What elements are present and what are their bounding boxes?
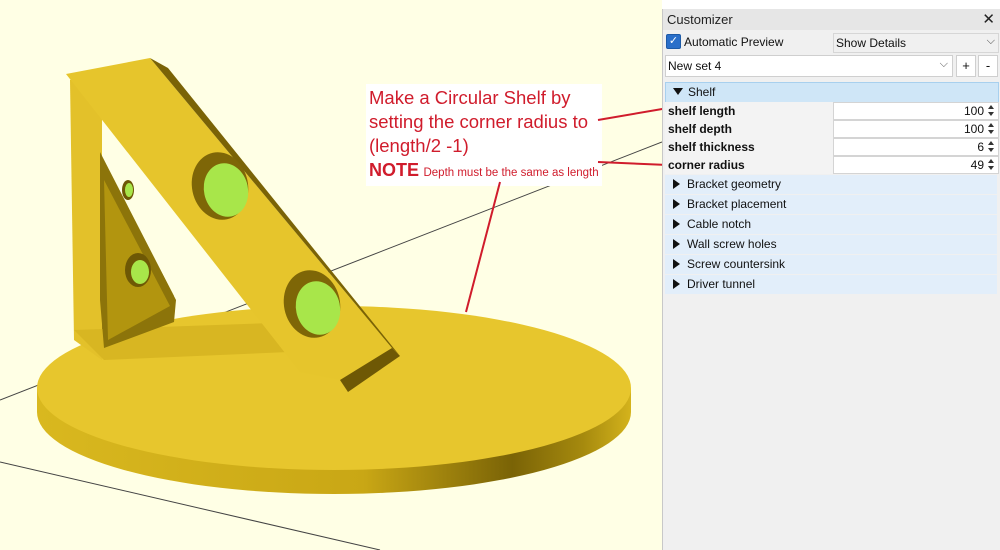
automatic-preview-row: ✓ Automatic Preview Show Details ⌵ bbox=[663, 32, 1000, 53]
shelf-thickness-spinbox[interactable]: 6 bbox=[833, 138, 999, 156]
group-shelf-header[interactable]: Shelf bbox=[665, 82, 999, 103]
spin-arrows-icon[interactable] bbox=[987, 158, 996, 172]
3d-viewport[interactable]: Make a Circular Shelf by setting the cor… bbox=[0, 0, 662, 550]
customizer-title-bar: Customizer ✕ bbox=[663, 9, 1000, 30]
shelf-length-spinbox[interactable]: 100 bbox=[833, 102, 999, 120]
group-label: Cable notch bbox=[687, 217, 752, 231]
corner-radius-spinbox[interactable]: 49 bbox=[833, 156, 999, 174]
note-label: NOTE bbox=[369, 160, 420, 180]
param-row-shelf-length: shelf length 100 bbox=[665, 102, 999, 120]
annotation-line-3: (length/2 -1) bbox=[369, 135, 469, 156]
expand-right-icon bbox=[673, 199, 680, 209]
chevron-down-icon: ⌵ bbox=[986, 35, 995, 47]
chevron-down-icon: ⌵ bbox=[939, 58, 948, 70]
param-label: shelf thickness bbox=[668, 140, 755, 154]
expand-right-icon bbox=[673, 259, 680, 269]
close-icon[interactable]: ✕ bbox=[982, 10, 995, 28]
shelf-depth-spinbox[interactable]: 100 bbox=[833, 120, 999, 138]
annotation-callout: Make a Circular Shelf by setting the cor… bbox=[366, 84, 602, 186]
group-label: Bracket placement bbox=[687, 197, 787, 211]
group-label: Wall screw holes bbox=[687, 237, 777, 251]
group-screw-countersink[interactable]: Screw countersink bbox=[665, 255, 997, 275]
annotation-line-1: Make a Circular Shelf by bbox=[369, 87, 571, 108]
spin-arrows-icon[interactable] bbox=[987, 104, 996, 118]
customizer-title: Customizer bbox=[667, 12, 733, 27]
group-label: Shelf bbox=[688, 85, 716, 99]
param-row-shelf-depth: shelf depth 100 bbox=[665, 120, 999, 138]
param-label: corner radius bbox=[668, 158, 745, 172]
show-details-value: Show Details bbox=[836, 36, 907, 50]
model-render bbox=[0, 58, 662, 550]
screw-hole bbox=[131, 260, 149, 284]
param-label: shelf depth bbox=[668, 122, 733, 136]
customizer-panel: Customizer ✕ ✓ Automatic Preview Show De… bbox=[662, 9, 1000, 550]
annotation-line-2: setting the corner radius to bbox=[369, 111, 589, 132]
group-wall-screw-holes[interactable]: Wall screw holes bbox=[665, 235, 997, 255]
automatic-preview-label: Automatic Preview bbox=[684, 35, 784, 49]
group-bracket-geometry[interactable]: Bracket geometry bbox=[665, 175, 997, 195]
group-bracket-placement[interactable]: Bracket placement bbox=[665, 195, 997, 215]
automatic-preview-checkbox[interactable]: ✓ bbox=[666, 34, 681, 49]
expand-down-icon bbox=[673, 88, 683, 95]
add-set-button[interactable]: + bbox=[956, 55, 976, 77]
expand-right-icon bbox=[673, 239, 680, 249]
expand-right-icon bbox=[673, 219, 680, 229]
show-details-select[interactable]: Show Details ⌵ bbox=[833, 33, 999, 53]
param-label: shelf length bbox=[668, 104, 736, 118]
group-driver-tunnel[interactable]: Driver tunnel bbox=[665, 275, 997, 295]
group-label: Driver tunnel bbox=[687, 277, 756, 291]
param-value: 49 bbox=[970, 158, 984, 172]
parameter-set-select[interactable]: New set 4 ⌵ bbox=[665, 55, 953, 77]
note-text: Depth must be the same as length bbox=[423, 167, 599, 179]
parameter-set-row: New set 4 ⌵ + - bbox=[663, 54, 1000, 78]
param-value: 100 bbox=[963, 122, 984, 136]
param-row-corner-radius: corner radius 49 bbox=[665, 156, 999, 174]
spin-arrows-icon[interactable] bbox=[987, 140, 996, 154]
panel-empty-area bbox=[665, 297, 997, 547]
param-value: 6 bbox=[977, 140, 984, 154]
param-row-shelf-thickness: shelf thickness 6 bbox=[665, 138, 999, 156]
parameter-set-value: New set 4 bbox=[668, 59, 722, 73]
expand-right-icon bbox=[673, 279, 680, 289]
remove-set-button[interactable]: - bbox=[978, 55, 998, 77]
annotation-note: NOTE Depth must be the same as length bbox=[369, 160, 599, 181]
group-label: Screw countersink bbox=[687, 257, 786, 271]
screw-hole bbox=[125, 183, 133, 197]
spin-arrows-icon[interactable] bbox=[987, 122, 996, 136]
group-label: Bracket geometry bbox=[687, 177, 782, 191]
expand-right-icon bbox=[673, 179, 680, 189]
param-value: 100 bbox=[963, 104, 984, 118]
bracket-plate bbox=[70, 78, 102, 360]
group-cable-notch[interactable]: Cable notch bbox=[665, 215, 997, 235]
